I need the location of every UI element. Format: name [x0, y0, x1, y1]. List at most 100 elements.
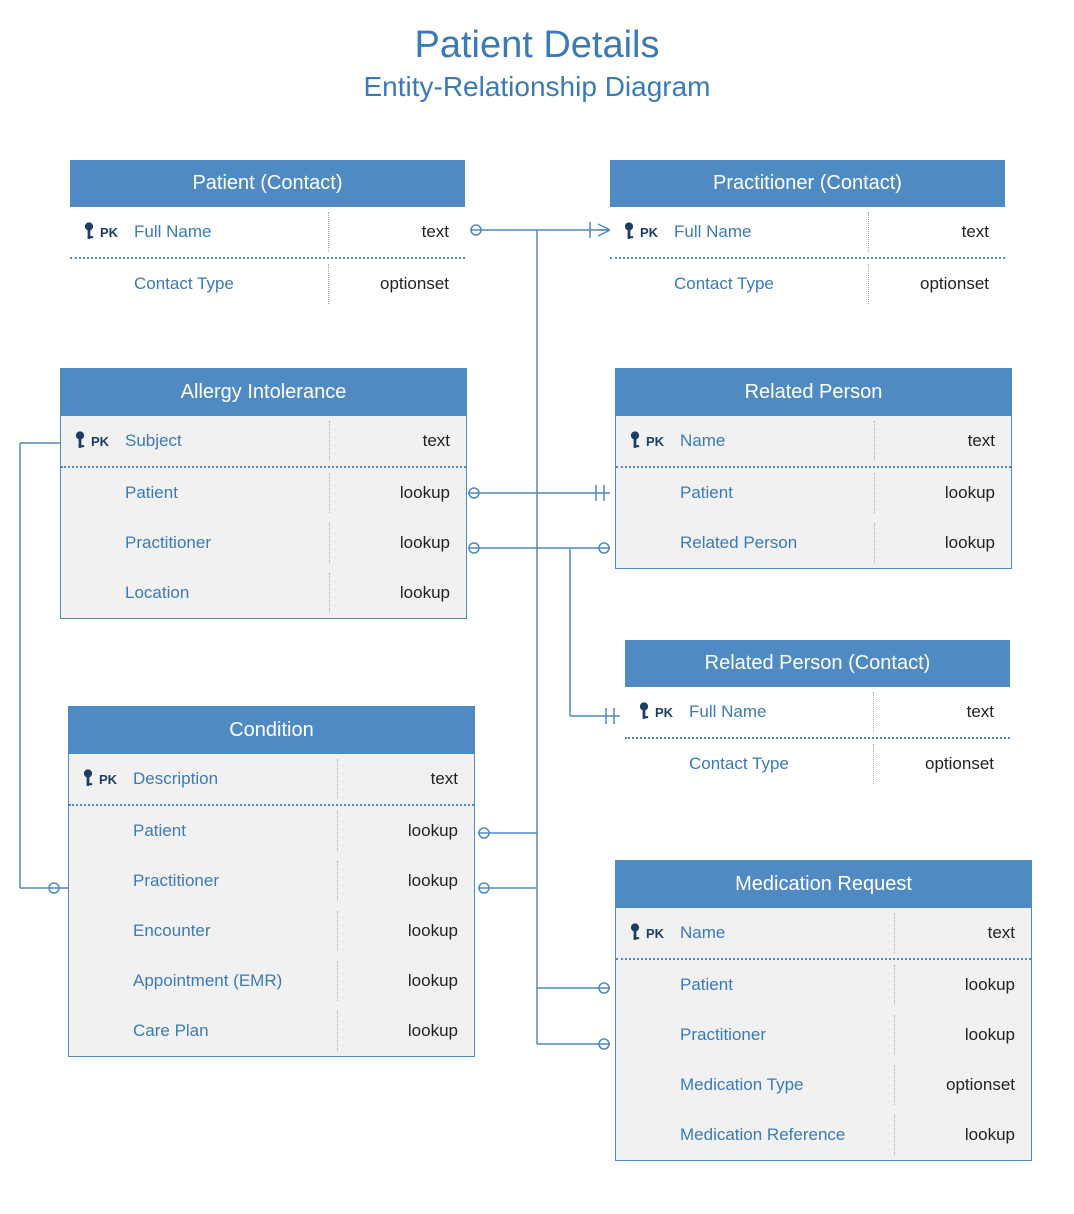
- diagram-title-block: Patient Details Entity-Relationship Diag…: [0, 0, 1074, 103]
- entity-rows: PKNametextPatientlookupRelated Personloo…: [616, 416, 1011, 568]
- attribute-type: lookup: [329, 523, 466, 563]
- attribute-row: Practitionerlookup: [69, 856, 474, 906]
- attribute-row: Appointment (EMR)lookup: [69, 956, 474, 1006]
- key-icon: [637, 701, 651, 723]
- attribute-name: Patient: [129, 821, 337, 841]
- attribute-type: text: [873, 692, 1010, 732]
- entity-header: Related Person: [616, 369, 1011, 416]
- attribute-row: Contact Typeoptionset: [625, 739, 1010, 789]
- entity-condition: Condition PKDescriptiontextPatientlookup…: [68, 706, 475, 1057]
- attribute-type: lookup: [874, 473, 1011, 513]
- attribute-name: Care Plan: [129, 1021, 337, 1041]
- attribute-row: Encounterlookup: [69, 906, 474, 956]
- attribute-type: lookup: [337, 811, 474, 851]
- pk-label: PK: [100, 225, 118, 240]
- attribute-name: Name: [676, 431, 874, 451]
- attribute-type: optionset: [894, 1065, 1031, 1105]
- entity-header: Medication Request: [616, 861, 1031, 908]
- key-icon: [73, 430, 87, 452]
- pk-cell: PK: [70, 221, 130, 243]
- attribute-name: Related Person: [676, 533, 874, 553]
- attribute-name: Full Name: [130, 222, 328, 242]
- attribute-row: Care Planlookup: [69, 1006, 474, 1056]
- attribute-name: Full Name: [670, 222, 868, 242]
- entity-patient: Patient (Contact) PK Full Nametext Contact…: [70, 160, 465, 309]
- attribute-name: Contact Type: [670, 274, 868, 294]
- pk-label: PK: [640, 225, 658, 240]
- pk-cell: PK: [69, 768, 129, 790]
- attribute-row: PKDescriptiontext: [69, 754, 474, 806]
- attribute-type: lookup: [894, 1015, 1031, 1055]
- diagram-subtitle: Entity-Relationship Diagram: [0, 71, 1074, 103]
- attribute-name: Name: [676, 923, 894, 943]
- attribute-type: lookup: [329, 473, 466, 513]
- entity-header: Patient (Contact): [70, 160, 465, 207]
- pk-label: PK: [99, 772, 117, 787]
- attribute-name: Encounter: [129, 921, 337, 941]
- pk-label: PK: [646, 926, 664, 941]
- attribute-type: text: [329, 421, 466, 461]
- attribute-type: text: [874, 421, 1011, 461]
- entity-header: Practitioner (Contact): [610, 160, 1005, 207]
- attribute-name: Subject: [121, 431, 329, 451]
- attribute-type: lookup: [337, 1011, 474, 1051]
- entity-allergy: Allergy Intolerance PK Subjecttext Patient…: [60, 368, 467, 619]
- attribute-type: lookup: [337, 961, 474, 1001]
- diagram-title: Patient Details: [0, 0, 1074, 67]
- key-icon: [82, 221, 96, 243]
- attribute-type: lookup: [894, 965, 1031, 1005]
- attribute-row: Locationlookup: [61, 568, 466, 618]
- pk-cell: PK: [616, 922, 676, 944]
- attribute-row: Contact Typeoptionset: [610, 259, 1005, 309]
- pk-cell: PK: [625, 701, 685, 723]
- attribute-name: Location: [121, 583, 329, 603]
- attribute-name: Practitioner: [676, 1025, 894, 1045]
- attribute-row: PK Subjecttext: [61, 416, 466, 468]
- attribute-name: Patient: [121, 483, 329, 503]
- entity-header: Related Person (Contact): [625, 640, 1010, 687]
- attribute-type: lookup: [337, 911, 474, 951]
- attribute-type: lookup: [894, 1115, 1031, 1155]
- pk-cell: PK: [61, 430, 121, 452]
- attribute-row: PK Nametext: [616, 908, 1031, 960]
- attribute-row: Medication Typeoptionset: [616, 1060, 1031, 1110]
- attribute-name: Medication Reference: [676, 1125, 894, 1145]
- attribute-row: Practitionerlookup: [61, 518, 466, 568]
- attribute-name: Medication Type: [676, 1075, 894, 1095]
- attribute-row: PKNametext: [616, 416, 1011, 468]
- attribute-row: Patientlookup: [61, 468, 466, 518]
- attribute-type: text: [328, 212, 465, 252]
- entity-related-person: Related Person PKNametextPatientlookupRe…: [615, 368, 1012, 569]
- entity-header: Allergy Intolerance: [61, 369, 466, 416]
- entity-practitioner: Practitioner (Contact) PKFull NametextCo…: [610, 160, 1005, 309]
- attribute-type: optionset: [868, 264, 1005, 304]
- attribute-type: lookup: [337, 861, 474, 901]
- attribute-name: Full Name: [685, 702, 873, 722]
- attribute-type: text: [894, 913, 1031, 953]
- entity-rows: PK Full Nametext Contact Typeoptionset: [625, 687, 1010, 789]
- attribute-type: lookup: [874, 523, 1011, 563]
- pk-cell: PK: [616, 430, 676, 452]
- attribute-name: Practitioner: [121, 533, 329, 553]
- attribute-type: text: [337, 759, 474, 799]
- attribute-name: Contact Type: [685, 754, 873, 774]
- entity-rows: PKFull NametextContact Typeoptionset: [70, 207, 465, 309]
- attribute-row: PK Full Nametext: [625, 687, 1010, 739]
- attribute-row: Medication Referencelookup: [616, 1110, 1031, 1160]
- attribute-name: Contact Type: [130, 274, 328, 294]
- entity-rows: PKFull NametextContact Typeoptionset: [610, 207, 1005, 309]
- attribute-row: Patientlookup: [69, 806, 474, 856]
- entity-related-person-contact: Related Person (Contact) PK Full Nametext…: [625, 640, 1010, 789]
- pk-label: PK: [655, 705, 673, 720]
- key-icon: [622, 221, 636, 243]
- entity-rows: PKDescriptiontextPatientlookupPractition…: [69, 754, 474, 1056]
- entity-medication: Medication Request PK Nametext Patientlook…: [615, 860, 1032, 1161]
- key-icon: [628, 922, 642, 944]
- entity-rows: PKSubjecttextPatientlookupPractitionerlo…: [61, 416, 466, 618]
- entity-header: Condition: [69, 707, 474, 754]
- attribute-row: Patientlookup: [616, 960, 1031, 1010]
- attribute-name: Appointment (EMR): [129, 971, 337, 991]
- pk-label: PK: [91, 434, 109, 449]
- attribute-name: Practitioner: [129, 871, 337, 891]
- attribute-row: PKFull Nametext: [610, 207, 1005, 259]
